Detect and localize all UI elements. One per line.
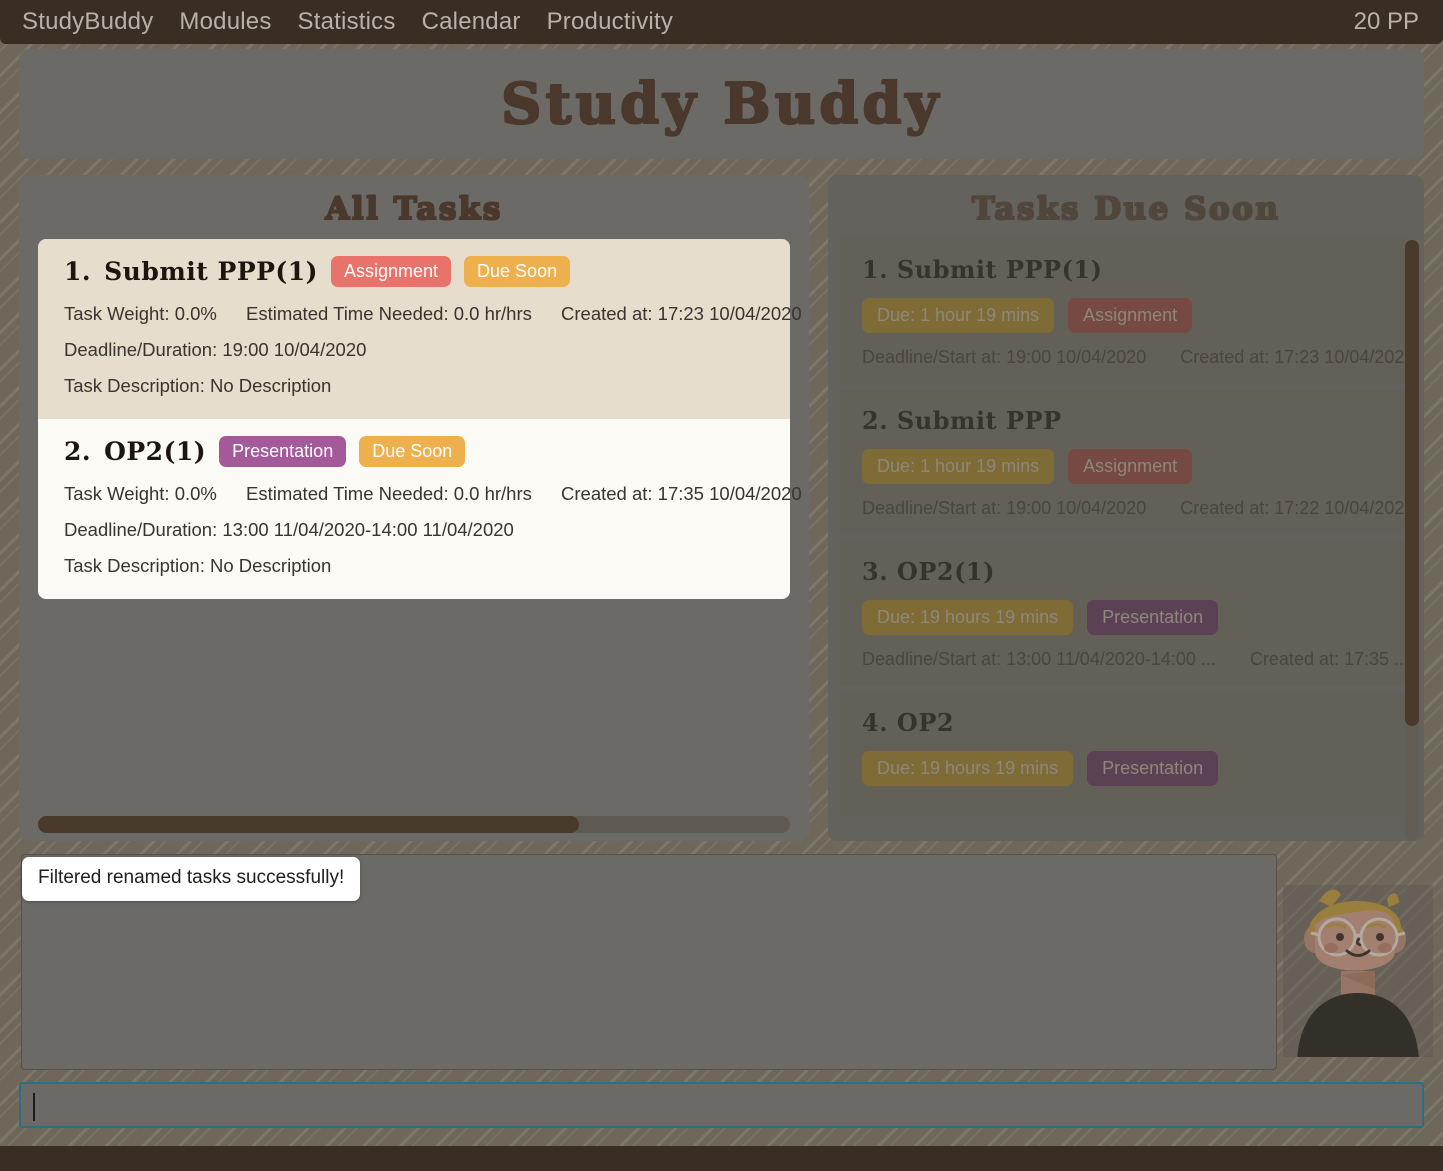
due-task-created: Created at: 17:22 10/04/2020 bbox=[1180, 498, 1415, 518]
menu-item-modules[interactable]: Modules bbox=[179, 10, 271, 34]
menu-item-statistics[interactable]: Statistics bbox=[298, 10, 396, 34]
due-countdown-chip[interactable]: Due: 1 hour 19 mins bbox=[862, 449, 1055, 484]
due-task-chip-row: Due: 1 hour 19 mins Assignment bbox=[862, 449, 1390, 484]
due-soon-heading: Tasks Due Soon bbox=[971, 190, 1281, 228]
task-stats-line: Task Weight: 0.0% Estimated Time Needed:… bbox=[64, 303, 802, 325]
due-task-index: 1. bbox=[862, 255, 889, 284]
task-description: Task Description: No Description bbox=[64, 375, 332, 396]
due-countdown-chip[interactable]: Due: 1 hour 19 mins bbox=[862, 298, 1055, 333]
command-input[interactable] bbox=[19, 1082, 1424, 1128]
all-tasks-panel: All Tasks 1. Submit PPP(1) Assignment Du… bbox=[19, 175, 809, 841]
due-task-meta: Deadline/Start at: 19:00 10/04/2020 Crea… bbox=[862, 347, 1414, 368]
due-task-deadline: Deadline/Start at: 19:00 10/04/2020 bbox=[862, 498, 1147, 518]
window-bottom-bar bbox=[0, 1146, 1443, 1171]
due-type-chip-presentation[interactable]: Presentation bbox=[1087, 600, 1219, 635]
all-tasks-list: 1. Submit PPP(1) Assignment Due Soon Tas… bbox=[19, 239, 809, 819]
scrollbar-thumb[interactable] bbox=[1405, 240, 1419, 726]
due-task-meta: Deadline/Start at: 13:00 11/04/2020-14:0… bbox=[862, 649, 1409, 670]
tasks-due-soon-panel: Tasks Due Soon 1. Submit PPP(1) Due: 1 h… bbox=[828, 175, 1424, 841]
due-task-title: 3. OP2(1) bbox=[862, 557, 1390, 586]
page-title: Study Buddy bbox=[500, 70, 943, 138]
task-deadline: Deadline/Duration: 13:00 11/04/2020-14:0… bbox=[64, 519, 514, 540]
task-description: Task Description: No Description bbox=[64, 555, 332, 576]
due-task-created: Created at: 17:23 10/04/2020 bbox=[1180, 347, 1415, 367]
due-task-meta: Deadline/Start at: 19:00 10/04/2020 Crea… bbox=[862, 498, 1414, 519]
due-task-name: OP2(1) bbox=[896, 557, 995, 586]
task-created-at: Created at: 17:35 10/04/2020 bbox=[561, 483, 802, 504]
due-task-name: Submit PPP bbox=[896, 406, 1062, 435]
due-task-card[interactable]: 4. OP2 Due: 19 hours 19 mins Presentatio… bbox=[840, 692, 1412, 816]
menu-item-calendar[interactable]: Calendar bbox=[422, 10, 521, 34]
due-type-chip-presentation[interactable]: Presentation bbox=[1087, 751, 1219, 786]
due-type-chip-assignment[interactable]: Assignment bbox=[1068, 449, 1193, 484]
task-weight: Task Weight: 0.0% bbox=[64, 483, 217, 504]
status-toast-text: Filtered renamed tasks successfully! bbox=[38, 867, 345, 888]
due-countdown-chip[interactable]: Due: 19 hours 19 mins bbox=[862, 751, 1074, 786]
due-countdown-chip[interactable]: Due: 19 hours 19 mins bbox=[862, 600, 1074, 635]
due-task-name: Submit PPP(1) bbox=[896, 255, 1103, 284]
task-index: 2. bbox=[64, 437, 92, 466]
task-created-at: Created at: 17:23 10/04/2020 bbox=[561, 303, 802, 324]
due-task-chip-row: Due: 19 hours 19 mins Presentation bbox=[862, 600, 1390, 635]
app-title-banner: Study Buddy bbox=[19, 49, 1424, 159]
due-task-title: 1. Submit PPP(1) bbox=[862, 255, 1390, 284]
due-soon-list: 1. Submit PPP(1) Due: 1 hour 19 mins Ass… bbox=[828, 239, 1424, 841]
due-task-index: 3. bbox=[862, 557, 889, 586]
task-deadline: Deadline/Duration: 19:00 10/04/2020 bbox=[64, 339, 367, 360]
due-task-card[interactable]: 2. Submit PPP Due: 1 hour 19 mins Assign… bbox=[840, 390, 1414, 535]
task-stats-line: Task Weight: 0.0% Estimated Time Needed:… bbox=[64, 483, 802, 505]
due-task-chip-row: Due: 19 hours 19 mins Presentation bbox=[862, 751, 1390, 786]
task-tag-due-soon[interactable]: Due Soon bbox=[359, 436, 466, 467]
status-toast: Filtered renamed tasks successfully! bbox=[22, 857, 361, 901]
due-task-chip-row: Due: 1 hour 19 mins Assignment bbox=[862, 298, 1390, 333]
task-card[interactable]: 2. OP2(1) Presentation Due Soon Task Wei… bbox=[38, 419, 802, 599]
avatar bbox=[1283, 885, 1433, 1057]
due-task-title: 2. Submit PPP bbox=[862, 406, 1390, 435]
task-estimated-time: Estimated Time Needed: 0.0 hr/hrs bbox=[246, 303, 532, 324]
due-task-index: 2. bbox=[862, 406, 889, 435]
menu-bar: StudyBuddy Modules Statistics Calendar P… bbox=[0, 0, 1443, 44]
task-estimated-time: Estimated Time Needed: 0.0 hr/hrs bbox=[246, 483, 532, 504]
due-task-title: 4. OP2 bbox=[862, 708, 1390, 737]
avatar-illustration bbox=[1297, 889, 1419, 1057]
productivity-points-counter: 20 PP bbox=[1353, 8, 1419, 35]
task-title-row: 1. Submit PPP(1) Assignment Due Soon bbox=[64, 256, 764, 287]
due-task-card[interactable]: 1. Submit PPP(1) Due: 1 hour 19 mins Ass… bbox=[840, 239, 1414, 384]
task-index: 1. bbox=[64, 257, 92, 286]
task-card[interactable]: 1. Submit PPP(1) Assignment Due Soon Tas… bbox=[38, 239, 802, 419]
due-soon-header: Tasks Due Soon bbox=[828, 175, 1424, 243]
all-tasks-horizontal-scrollbar[interactable] bbox=[38, 816, 790, 833]
all-tasks-header: All Tasks bbox=[19, 175, 809, 243]
due-task-name: OP2 bbox=[896, 708, 955, 737]
due-soon-vertical-scrollbar[interactable] bbox=[1405, 240, 1419, 840]
due-task-deadline: Deadline/Start at: 19:00 10/04/2020 bbox=[862, 347, 1147, 367]
task-tag-assignment[interactable]: Assignment bbox=[330, 256, 452, 287]
due-task-card[interactable]: 3. OP2(1) Due: 19 hours 19 mins Presenta… bbox=[840, 541, 1412, 686]
task-tag-due-soon[interactable]: Due Soon bbox=[464, 256, 571, 287]
menu-item-productivity[interactable]: Productivity bbox=[547, 10, 673, 34]
task-name: Submit PPP(1) bbox=[104, 257, 318, 286]
task-weight: Task Weight: 0.0% bbox=[64, 303, 217, 324]
task-title-row: 2. OP2(1) Presentation Due Soon bbox=[64, 436, 764, 467]
due-type-chip-assignment[interactable]: Assignment bbox=[1068, 298, 1193, 333]
all-tasks-heading: All Tasks bbox=[324, 190, 503, 228]
task-tag-presentation[interactable]: Presentation bbox=[219, 436, 347, 467]
task-name: OP2(1) bbox=[104, 437, 207, 466]
app-window: StudyBuddy Modules Statistics Calendar P… bbox=[0, 0, 1443, 1171]
due-task-index: 4. bbox=[862, 708, 889, 737]
scrollbar-thumb[interactable] bbox=[38, 816, 580, 833]
menu-item-studybuddy[interactable]: StudyBuddy bbox=[22, 10, 153, 34]
due-task-created: Created at: 17:35 ... bbox=[1249, 649, 1410, 669]
text-cursor bbox=[33, 1093, 35, 1121]
due-task-deadline: Deadline/Start at: 13:00 11/04/2020-14:0… bbox=[862, 649, 1216, 669]
